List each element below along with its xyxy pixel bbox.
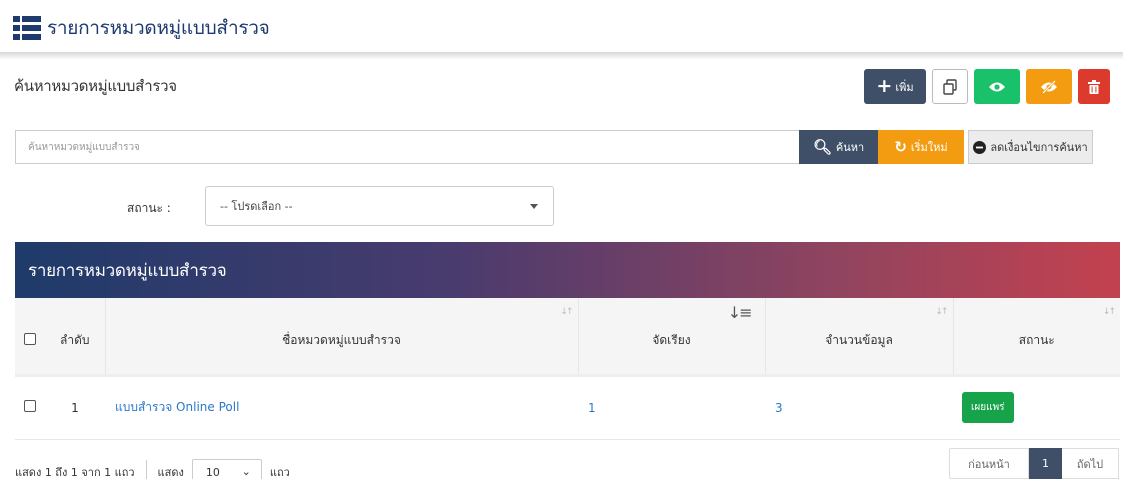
header-divider bbox=[0, 52, 1123, 60]
column-header-sort-label: จัดเรียง bbox=[652, 333, 691, 348]
category-table: ลำดับ ชื่อหมวดหมู่แบบสำรวจ ↓↑ จัดเรียง ↓… bbox=[15, 298, 1120, 440]
page-length-rows-label: แถว bbox=[269, 466, 290, 479]
show-button[interactable] bbox=[974, 69, 1020, 104]
search-input[interactable] bbox=[15, 130, 799, 164]
status-badge[interactable]: เผยแพร่ bbox=[962, 392, 1014, 423]
sort-ascending-icon: ↓≡ bbox=[727, 303, 753, 322]
column-header-count[interactable]: จำนวนข้อมูล ↓↑ bbox=[765, 298, 954, 375]
sort-icon: ↓↑ bbox=[1102, 307, 1116, 317]
list-icon bbox=[13, 16, 41, 40]
row-sort-link[interactable]: 1 bbox=[588, 401, 596, 415]
status-select-value: -- โปรดเลือก -- bbox=[220, 200, 293, 213]
divider bbox=[145, 460, 147, 479]
eye-icon bbox=[989, 82, 1005, 91]
current-page-button[interactable]: 1 bbox=[1029, 448, 1062, 479]
toolbar: + เพิ่ม bbox=[864, 69, 1110, 104]
remove-filter-button[interactable]: ลดเงื่อนไขการค้นหา bbox=[968, 130, 1093, 164]
page-length-select[interactable]: 10 ⌄ bbox=[191, 459, 262, 479]
page-header: รายการหมวดหมู่แบบสำรวจ bbox=[13, 10, 270, 46]
add-button[interactable]: + เพิ่ม bbox=[864, 69, 926, 104]
copy-button[interactable] bbox=[932, 69, 968, 104]
row-name-cell: แบบสำรวจ Online Poll bbox=[105, 373, 578, 440]
page-length-value: 10 bbox=[205, 465, 220, 479]
table-header-row: ลำดับ ชื่อหมวดหมู่แบบสำรวจ ↓↑ จัดเรียง ↓… bbox=[15, 298, 1120, 375]
row-select-cell bbox=[15, 373, 45, 440]
pagination: ก่อนหน้า 1 ถัดไป bbox=[949, 448, 1119, 479]
minus-circle-icon bbox=[973, 140, 987, 154]
row-count-cell: 3 bbox=[765, 373, 953, 440]
eye-slash-icon bbox=[1041, 79, 1057, 94]
records-info: แสดง 1 ถึง 1 จาก 1 แถว bbox=[15, 466, 135, 479]
search-bar: 🔍︎ ค้นหา ↻ เริ่มใหม่ ลดเงื่อนไขการค้นหา bbox=[15, 130, 1093, 164]
search-section-title: ค้นหาหมวดหมู่แบบสำรวจ bbox=[14, 77, 177, 95]
remove-filter-label: ลดเงื่อนไขการค้นหา bbox=[990, 141, 1088, 154]
row-status-cell: เผยแพร่ bbox=[953, 373, 1120, 440]
column-header-order[interactable]: ลำดับ bbox=[45, 298, 106, 375]
next-page-button[interactable]: ถัดไป bbox=[1062, 448, 1119, 479]
trash-icon bbox=[1088, 79, 1100, 94]
row-order: 1 bbox=[45, 373, 105, 440]
row-count-link[interactable]: 3 bbox=[775, 401, 783, 415]
select-all-cell bbox=[15, 298, 45, 375]
add-button-label: เพิ่ม bbox=[895, 80, 914, 94]
column-header-status-label: สถานะ bbox=[1018, 333, 1055, 348]
row-name-link[interactable]: แบบสำรวจ Online Poll bbox=[115, 400, 239, 414]
refresh-icon: ↻ bbox=[894, 138, 907, 156]
list-panel-title: รายการหมวดหมู่แบบสำรวจ bbox=[28, 260, 227, 281]
sort-icon: ↓↑ bbox=[560, 307, 573, 317]
row-checkbox[interactable] bbox=[24, 400, 36, 412]
page-length-show-label: แสดง bbox=[157, 466, 184, 479]
status-select[interactable]: -- โปรดเลือก -- bbox=[205, 186, 554, 226]
prev-page-button[interactable]: ก่อนหน้า bbox=[949, 448, 1029, 479]
reset-button[interactable]: ↻ เริ่มใหม่ bbox=[878, 130, 964, 164]
copy-icon bbox=[943, 78, 957, 95]
column-header-name-label: ชื่อหมวดหมู่แบบสำรวจ bbox=[282, 333, 401, 348]
table-row: 1 แบบสำรวจ Online Poll 1 3 เผยแพร่ bbox=[15, 373, 1120, 440]
delete-button[interactable] bbox=[1078, 69, 1110, 104]
column-header-count-label: จำนวนข้อมูล bbox=[825, 333, 893, 348]
list-panel-header: รายการหมวดหมู่แบบสำรวจ bbox=[15, 242, 1120, 298]
hide-button[interactable] bbox=[1026, 69, 1072, 104]
sort-icon: ↓↑ bbox=[935, 307, 948, 317]
page-title: รายการหมวดหมู่แบบสำรวจ bbox=[47, 17, 270, 39]
row-sort-cell: 1 bbox=[578, 373, 765, 440]
column-header-status[interactable]: สถานะ ↓↑ bbox=[953, 298, 1120, 375]
status-filter-label: สถานะ : bbox=[127, 201, 171, 215]
column-header-name[interactable]: ชื่อหมวดหมู่แบบสำรวจ ↓↑ bbox=[105, 298, 579, 375]
caret-down-icon bbox=[530, 204, 538, 209]
chevron-down-icon: ⌄ bbox=[241, 465, 251, 478]
select-all-checkbox[interactable] bbox=[24, 333, 36, 346]
search-button[interactable]: 🔍︎ ค้นหา bbox=[799, 130, 878, 164]
reset-button-label: เริ่มใหม่ bbox=[910, 141, 948, 154]
plus-icon: + bbox=[876, 75, 893, 97]
search-button-label: ค้นหา bbox=[835, 141, 865, 154]
column-header-order-label: ลำดับ bbox=[59, 333, 90, 348]
search-icon: 🔍︎ bbox=[812, 138, 832, 156]
table-footer-info: แสดง 1 ถึง 1 จาก 1 แถว แสดง 10 ⌄ แถว bbox=[15, 459, 290, 479]
column-header-sort[interactable]: จัดเรียง ↓≡ bbox=[578, 298, 766, 375]
